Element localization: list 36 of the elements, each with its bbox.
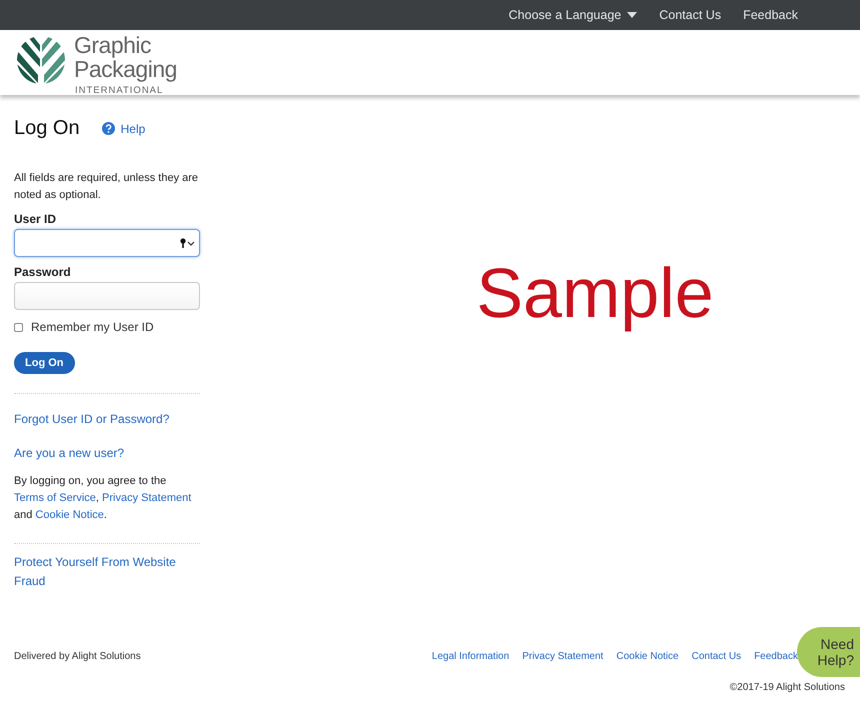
- new-user-link[interactable]: Are you a new user?: [14, 444, 200, 463]
- need-help-button[interactable]: Need Help?: [797, 627, 860, 677]
- password-field[interactable]: [14, 282, 200, 310]
- copyright-text: ©2017-19 Alight Solutions: [730, 682, 845, 693]
- footer-link[interactable]: Cookie Notice: [616, 650, 679, 662]
- page-title: Log On: [14, 117, 80, 140]
- help-icon: [102, 122, 115, 135]
- nav-link[interactable]: Feedback: [743, 8, 798, 22]
- input-field[interactable]: [14, 229, 200, 257]
- checkbox-label: Remember my User ID: [31, 320, 154, 334]
- agreement-link[interactable]: Privacy Statement: [102, 492, 192, 504]
- checkbox[interactable]: [14, 322, 23, 332]
- key-dropdown-icon[interactable]: [180, 238, 196, 248]
- nav-link[interactable]: Contact Us: [659, 8, 722, 22]
- footer-link[interactable]: Contact Us: [692, 650, 742, 662]
- help-link[interactable]: Help: [102, 122, 146, 136]
- log-on-button[interactable]: Log On: [14, 352, 74, 374]
- logo-tagline: INTERNATIONAL: [75, 85, 164, 96]
- field-label: User ID: [14, 212, 58, 226]
- leaf-logo-icon: [16, 35, 66, 85]
- sample-text: Sample: [476, 253, 714, 333]
- language-menu[interactable]: Choose a Language: [508, 8, 638, 22]
- instruction-text: All fields are required, unless they are noted as optional.: [14, 171, 200, 203]
- agreement-link[interactable]: Cookie Notice: [35, 509, 104, 521]
- forgot-link[interactable]: Forgot User ID or Password?: [14, 410, 200, 429]
- caret-icon: [627, 12, 638, 18]
- footer-link[interactable]: Feedback: [754, 650, 798, 662]
- footer-link[interactable]: Legal Information: [432, 650, 510, 662]
- logo-text: Packaging: [74, 57, 177, 81]
- agreement-text: By logging on, you agree to the Terms of Service, Privacy Statement and Cookie Notice.: [14, 474, 192, 523]
- fraud-link[interactable]: Protect Yourself From Website Fraud: [14, 553, 200, 591]
- delivered-by-text: Delivered by Alight Solutions: [14, 650, 142, 662]
- footer-link[interactable]: Privacy Statement: [522, 650, 604, 662]
- logo-text: Graphic: [74, 33, 152, 57]
- field-label: Password: [14, 265, 72, 279]
- agreement-link[interactable]: Terms of Service: [14, 492, 96, 504]
